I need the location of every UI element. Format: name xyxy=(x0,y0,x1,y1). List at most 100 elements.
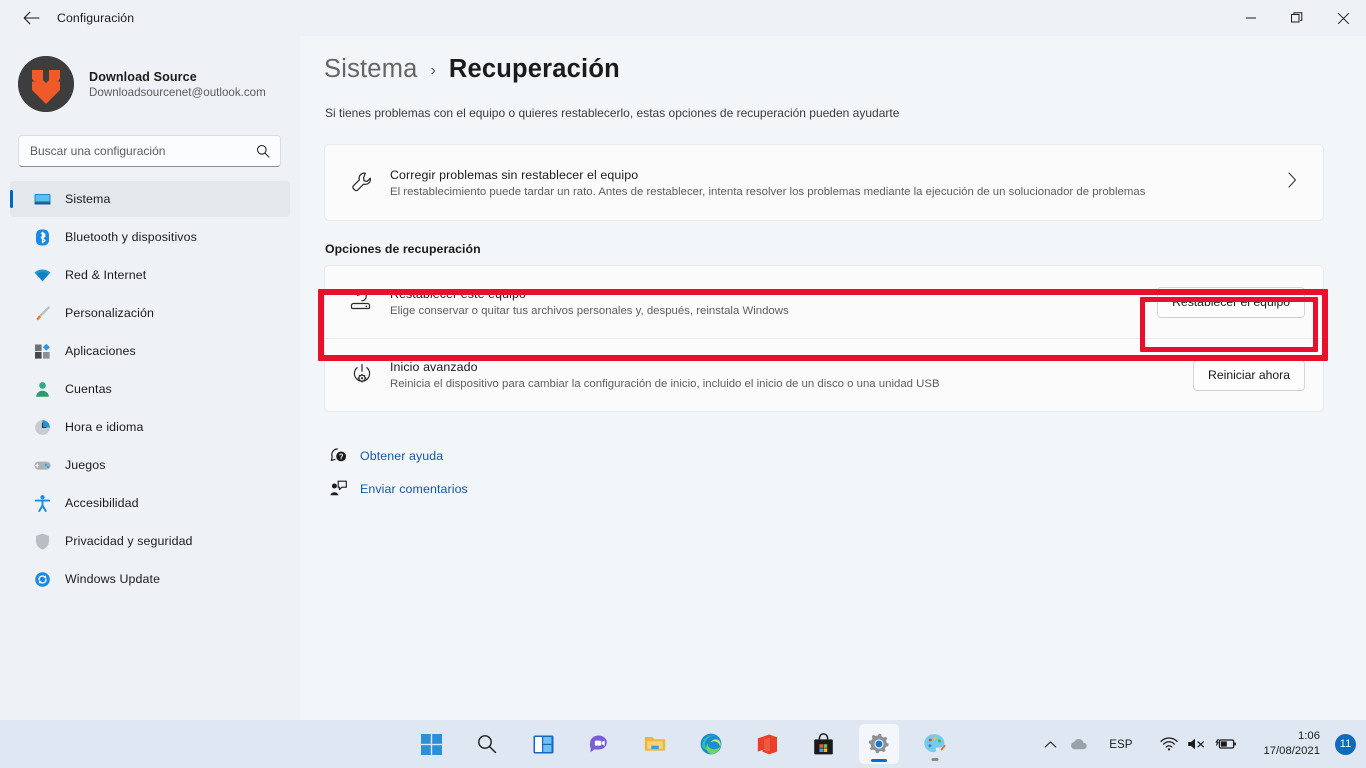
sidebar-item-label: Aplicaciones xyxy=(65,344,136,358)
sidebar-item-label: Windows Update xyxy=(65,572,161,586)
gamepad-icon xyxy=(32,455,52,475)
search-icon xyxy=(478,735,497,754)
sidebar-item-label: Red & Internet xyxy=(65,268,147,282)
taskbar-search-button[interactable] xyxy=(467,724,507,764)
sidebar-item-label: Hora e idioma xyxy=(65,420,144,434)
system-tray: ESP 1:06 17/08/2021 11 xyxy=(1038,720,1366,768)
sidebar-item-privacidad-y-seguridad[interactable]: Privacidad y seguridad xyxy=(10,523,290,559)
notification-badge[interactable]: 11 xyxy=(1335,733,1356,755)
close-icon xyxy=(1337,12,1349,24)
help-links: Obtener ayuda Enviar comentarios xyxy=(325,439,1366,505)
wifi-icon xyxy=(32,265,52,285)
account-block[interactable]: Download Source Downloadsourcenet@outloo… xyxy=(0,36,300,112)
sidebar-item-label: Accesibilidad xyxy=(65,496,139,510)
taskbar-chat-button[interactable] xyxy=(579,724,619,764)
battery-charging-icon xyxy=(1216,738,1237,749)
clock: 1:06 17/08/2021 xyxy=(1257,729,1328,759)
maximize-button[interactable] xyxy=(1274,0,1320,36)
advanced-startup-desc: Reinicia el dispositivo para cambiar la … xyxy=(390,378,940,390)
taskbar-settings-button[interactable] xyxy=(859,724,899,764)
chevron-right-icon[interactable] xyxy=(1285,171,1299,194)
main-content: Sistema › Recuperación Si tienes problem… xyxy=(300,36,1366,720)
taskbar-start-button[interactable] xyxy=(411,724,451,764)
clock-date: 17/08/2021 xyxy=(1263,745,1320,757)
tray-onedrive-button[interactable] xyxy=(1063,724,1095,764)
taskbar-paint-button[interactable] xyxy=(915,724,955,764)
back-button[interactable] xyxy=(14,3,48,33)
taskbar-store-button[interactable] xyxy=(803,724,843,764)
edge-icon xyxy=(700,733,722,755)
accessibility-icon xyxy=(32,493,52,513)
send-feedback-link[interactable]: Enviar comentarios xyxy=(360,482,468,496)
sidebar-item-juegos[interactable]: Juegos xyxy=(10,447,290,483)
minimize-button[interactable] xyxy=(1228,0,1274,36)
troubleshoot-title: Corregir problemas sin restablecer el eq… xyxy=(390,167,639,182)
tray-overflow-button[interactable] xyxy=(1038,724,1063,764)
get-help-link-row[interactable]: Obtener ayuda xyxy=(325,439,1366,472)
selection-indicator xyxy=(10,190,13,208)
chevron-up-icon xyxy=(1044,740,1057,748)
reset-pc-row[interactable]: Restablecer este equipo Elige conservar … xyxy=(325,266,1323,338)
update-icon xyxy=(32,569,52,589)
section-label-recovery-options: Opciones de recuperación xyxy=(325,242,481,256)
sidebar-item-sistema[interactable]: Sistema xyxy=(10,181,290,217)
sidebar: Download Source Downloadsourcenet@outloo… xyxy=(0,36,300,720)
restore-icon xyxy=(1291,12,1303,23)
send-feedback-link-row[interactable]: Enviar comentarios xyxy=(325,472,1366,505)
restart-now-button[interactable]: Reiniciar ahora xyxy=(1193,359,1305,391)
taskbar-edge-button[interactable] xyxy=(691,724,731,764)
tray-clock-button[interactable]: 1:06 17/08/2021 xyxy=(1251,724,1334,764)
troubleshoot-row[interactable]: Corregir problemas sin restablecer el eq… xyxy=(325,145,1323,220)
gear-icon xyxy=(868,733,889,754)
search-box[interactable] xyxy=(18,135,281,167)
paintbrush-icon xyxy=(32,303,52,323)
taskbar-widgets-button[interactable] xyxy=(523,724,563,764)
taskbar-office-button[interactable] xyxy=(747,724,787,764)
tray-language-button[interactable]: ESP xyxy=(1095,724,1146,764)
search-input[interactable] xyxy=(19,144,234,158)
folder-icon xyxy=(644,737,666,751)
window-title: Configuración xyxy=(57,11,135,25)
sidebar-item-aplicaciones[interactable]: Aplicaciones xyxy=(10,333,290,369)
title-bar: Configuración xyxy=(0,0,1366,36)
sidebar-item-personalizacion[interactable]: Personalización xyxy=(10,295,290,331)
help-question-icon xyxy=(325,446,351,465)
close-button[interactable] xyxy=(1320,0,1366,36)
window-controls xyxy=(1228,0,1366,36)
sidebar-item-red-internet[interactable]: Red & Internet xyxy=(10,257,290,293)
get-help-link[interactable]: Obtener ayuda xyxy=(360,449,443,463)
sidebar-item-bluetooth-y-dispositivos[interactable]: Bluetooth y dispositivos xyxy=(10,219,290,255)
monitor-icon xyxy=(32,189,52,209)
store-icon xyxy=(813,732,833,754)
widgets-icon xyxy=(533,735,553,753)
paint-palette-icon xyxy=(924,734,946,753)
running-indicator xyxy=(931,758,939,761)
sidebar-item-label: Personalización xyxy=(65,306,154,320)
volume-muted-icon xyxy=(1188,738,1205,750)
cloud-icon xyxy=(1071,739,1088,750)
feedback-icon xyxy=(325,479,351,498)
page-title: Recuperación xyxy=(448,55,620,83)
tray-quick-settings-button[interactable] xyxy=(1146,724,1251,764)
search-icon xyxy=(256,144,270,163)
clock-time: 1:06 xyxy=(1298,730,1320,742)
active-indicator xyxy=(871,759,887,762)
reset-pc-icon xyxy=(344,289,380,315)
taskbar-icons xyxy=(411,724,955,764)
advanced-startup-row[interactable]: Inicio avanzado Reinicia el dispositivo … xyxy=(325,339,1323,411)
advanced-startup-title: Inicio avanzado xyxy=(390,360,478,374)
shield-icon xyxy=(32,531,52,551)
taskbar-file-explorer-button[interactable] xyxy=(635,724,675,764)
troubleshoot-card[interactable]: Corregir problemas sin restablecer el eq… xyxy=(324,144,1324,221)
breadcrumb-parent[interactable]: Sistema xyxy=(324,55,418,84)
tray-language-label: ESP xyxy=(1109,737,1133,751)
account-name: Download Source xyxy=(89,69,197,84)
reset-pc-button[interactable]: Restablecer el equipo xyxy=(1157,286,1305,318)
sidebar-item-hora-e-idioma[interactable]: Hora e idioma xyxy=(10,409,290,445)
wrench-icon xyxy=(344,170,380,195)
sidebar-item-accesibilidad[interactable]: Accesibilidad xyxy=(10,485,290,521)
windows-start-icon xyxy=(420,733,442,755)
sidebar-item-cuentas[interactable]: Cuentas xyxy=(10,371,290,407)
wifi-icon xyxy=(1160,737,1179,751)
sidebar-item-windows-update[interactable]: Windows Update xyxy=(10,561,290,597)
